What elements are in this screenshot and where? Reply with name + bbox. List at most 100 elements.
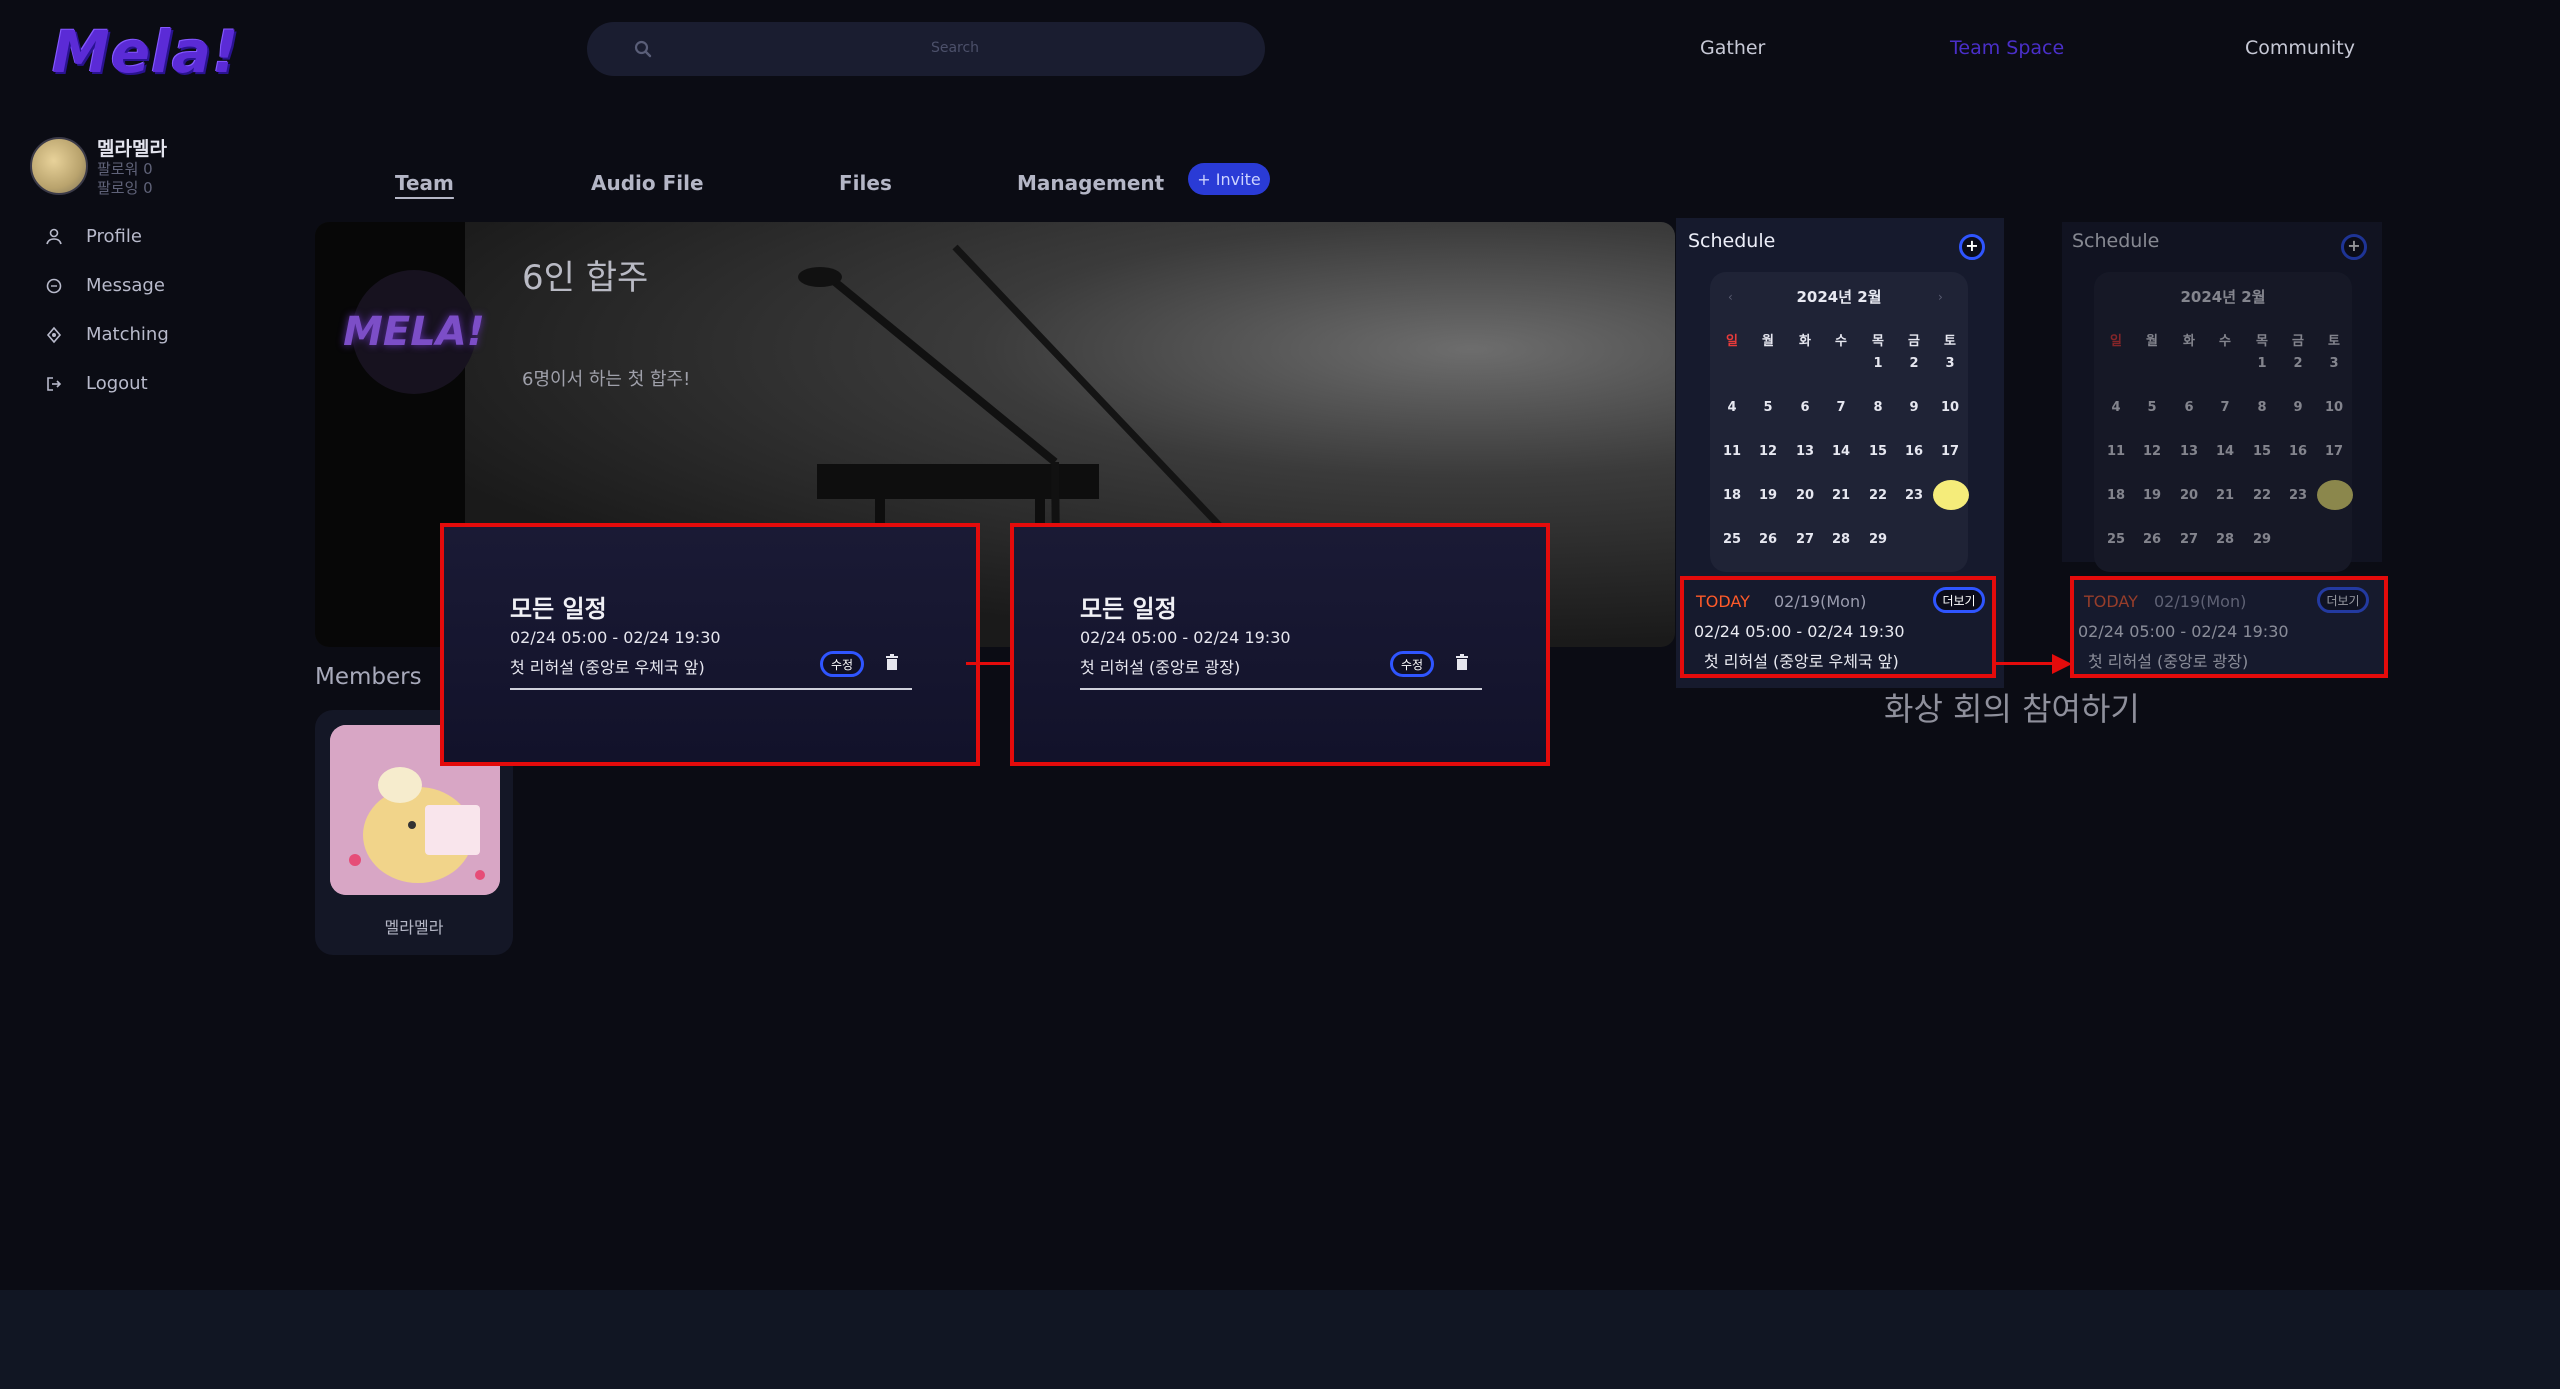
calendar-day[interactable]: 9 [2283,400,2313,415]
next-month-icon[interactable]: › [1938,290,1943,304]
calendar-day[interactable]: 22 [1863,488,1893,503]
calendar-day[interactable]: 28 [2210,532,2240,547]
calendar-day[interactable]: 24 [1935,488,1965,503]
calendar-day[interactable]: 23 [2283,488,2313,503]
calendar-day[interactable]: 8 [2247,400,2277,415]
calendar-day[interactable]: 5 [2137,400,2167,415]
tab-files[interactable]: Files [839,171,892,195]
calendar-day[interactable]: 25 [1717,532,1747,547]
calendar-day[interactable]: 15 [2247,444,2277,459]
calendar-day[interactable]: 27 [2174,532,2204,547]
trash-icon[interactable] [885,654,899,670]
calendar-day[interactable]: 26 [2137,532,2167,547]
calendar-day[interactable]: 18 [1717,488,1747,503]
calendar-day[interactable]: 19 [2137,488,2167,503]
calendar-day[interactable]: 10 [1935,400,1965,415]
calendar-day[interactable]: 4 [1717,400,1747,415]
edit-button[interactable]: 수정 [1390,651,1434,677]
sidebar-item-label: Logout [86,373,148,394]
search-icon [634,40,652,58]
calendar-day[interactable]: 1 [2247,356,2277,371]
today-date: 02/19(Mon) [1774,592,1867,611]
calendar-day[interactable]: 16 [2283,444,2313,459]
today-panel-before: TODAY 02/19(Mon) 더보기 02/24 05:00 - 02/24… [1680,576,1996,678]
team-description: 6명이서 하는 첫 합주! [522,369,691,390]
calendar-day[interactable]: 1 [1863,356,1893,371]
calendar-day[interactable]: 14 [2210,444,2240,459]
join-video-call-link[interactable]: 화상 회의 참여하기 [1884,684,2140,730]
calendar-month: 2024년 2월 [2180,288,2266,306]
edit-button[interactable]: 수정 [820,651,864,677]
calendar-day[interactable]: 6 [2174,400,2204,415]
user-icon [46,228,62,244]
calendar-day[interactable]: 18 [2101,488,2131,503]
calendar: ‹ 2024년 2월 › 일 월 화 수 목 금 토 1 2 3 4 5 6 7 8 9 10 11 12 13 14 1… [1710,272,1969,572]
schedule-popup-before: 모든 일정 02/24 05:00 - 02/24 19:30 첫 리허설 (중… [444,527,976,762]
calendar-day[interactable]: 25 [2101,532,2131,547]
calendar-day[interactable]: 10 [2319,400,2349,415]
calendar-day[interactable]: 13 [1790,444,1820,459]
today-event-time: 02/24 05:00 - 02/24 19:30 [1694,622,1905,641]
calendar-day[interactable]: 14 [1826,444,1856,459]
tab-audio-file[interactable]: Audio File [591,171,704,195]
calendar-day[interactable]: 11 [1717,444,1747,459]
app-logo[interactable]: Mela! [52,18,240,86]
calendar-day[interactable]: 20 [1790,488,1820,503]
calendar-day[interactable]: 20 [2174,488,2204,503]
calendar-day[interactable]: 7 [2210,400,2240,415]
avatar[interactable] [30,137,88,195]
logout-icon [47,376,62,391]
calendar-day[interactable]: 4 [2101,400,2131,415]
members-title: Members [315,664,422,690]
calendar-day[interactable]: 2 [2283,356,2313,371]
calendar-day[interactable]: 17 [2319,444,2349,459]
sidebar-item-message[interactable]: Message [44,275,165,296]
weekday-label: 월 [1762,334,1774,349]
calendar-day[interactable]: 12 [2137,444,2167,459]
calendar-day[interactable]: 24 [2319,488,2349,503]
calendar-day[interactable]: 6 [1790,400,1820,415]
popup-divider [510,688,912,690]
sidebar-item-logout[interactable]: Logout [44,373,148,394]
calendar-day[interactable]: 13 [2174,444,2204,459]
calendar-day[interactable]: 15 [1863,444,1893,459]
calendar-day[interactable]: 3 [1935,356,1965,371]
calendar-day[interactable]: 23 [1899,488,1929,503]
calendar-day[interactable]: 16 [1899,444,1929,459]
popup-event-time: 02/24 05:00 - 02/24 19:30 [1080,628,1291,647]
calendar-day[interactable]: 29 [2247,532,2277,547]
sidebar-item-label: Profile [86,226,142,247]
calendar-day[interactable]: 28 [1826,532,1856,547]
sidebar-item-matching[interactable]: Matching [44,324,169,345]
invite-button[interactable]: + Invite [1188,163,1270,195]
calendar-day[interactable]: 21 [2210,488,2240,503]
trash-icon[interactable] [1455,654,1469,670]
calendar-day[interactable]: 7 [1826,400,1856,415]
calendar-day[interactable]: 17 [1935,444,1965,459]
calendar-day[interactable]: 29 [1863,532,1893,547]
calendar-day[interactable]: 11 [2101,444,2131,459]
calendar-day[interactable]: 3 [2319,356,2349,371]
calendar-day[interactable]: 12 [1753,444,1783,459]
calendar-day[interactable]: 27 [1790,532,1820,547]
more-button[interactable]: 더보기 [2317,587,2369,613]
popup-title: 모든 일정 [1080,595,1177,623]
add-schedule-button[interactable]: + [2341,234,2367,260]
more-button[interactable]: 더보기 [1933,587,1985,613]
nav-team-space[interactable]: Team Space [1950,37,2064,59]
add-schedule-button[interactable]: + [1959,234,1985,260]
tab-management[interactable]: Management [1017,171,1164,195]
calendar-day[interactable]: 21 [1826,488,1856,503]
calendar-day[interactable]: 2 [1899,356,1929,371]
calendar-day[interactable]: 19 [1753,488,1783,503]
calendar-day[interactable]: 26 [1753,532,1783,547]
calendar-day[interactable]: 8 [1863,400,1893,415]
calendar-day[interactable]: 22 [2247,488,2277,503]
tab-team[interactable]: Team [395,171,454,195]
search-input[interactable]: Search [920,40,990,56]
calendar-day[interactable]: 9 [1899,400,1929,415]
sidebar-item-profile[interactable]: Profile [44,226,142,247]
calendar-day[interactable]: 5 [1753,400,1783,415]
nav-community[interactable]: Community [2245,37,2355,59]
nav-gather[interactable]: Gather [1700,37,1765,59]
